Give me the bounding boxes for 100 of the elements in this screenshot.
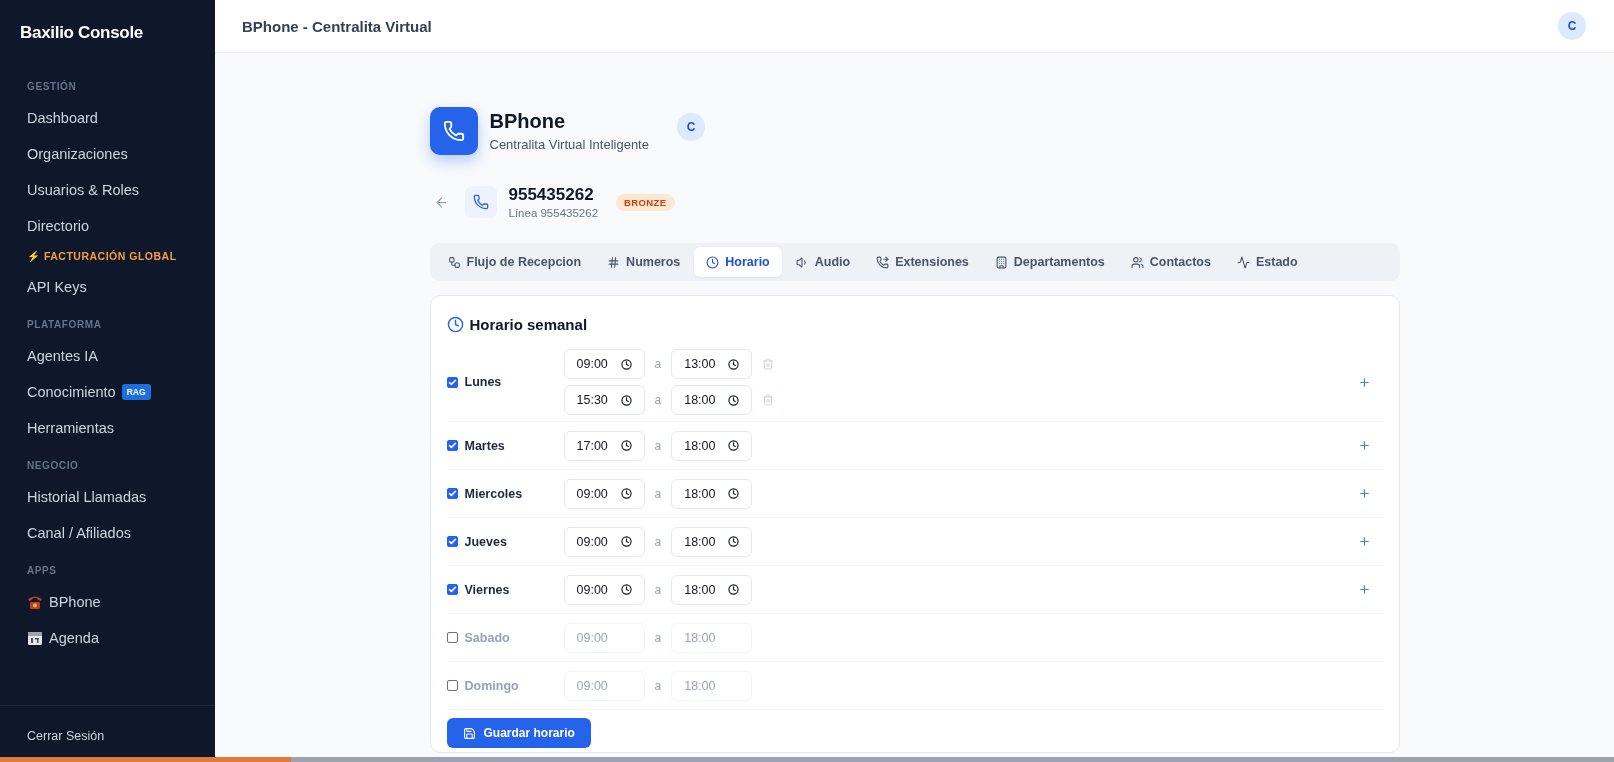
app-subtitle: Centralita Virtual Inteligente	[489, 137, 649, 152]
nav-link[interactable]: Directorio	[27, 218, 90, 234]
time-field[interactable]: 09:00	[563, 478, 645, 509]
checkbox[interactable]	[446, 488, 458, 499]
save-button[interactable]: Guardar horario	[446, 718, 591, 748]
day-label: Jueves	[464, 534, 507, 549]
nav-link[interactable]: Agenda	[49, 630, 99, 646]
range-separator: a	[653, 357, 663, 371]
nav-link[interactable]: BPhone	[49, 594, 101, 610]
checkbox[interactable]	[446, 584, 458, 595]
phone-icon	[429, 107, 478, 155]
app-avatar: C	[676, 113, 705, 141]
save-icon	[462, 726, 476, 740]
card-title: Horario semanal	[469, 316, 588, 333]
tier-badge: BRONZE	[616, 193, 675, 211]
time-field[interactable]: 15:30	[563, 385, 645, 415]
time-field[interactable]: 09:00	[563, 574, 645, 605]
clock-icon	[728, 536, 740, 547]
user-avatar[interactable]: C	[1558, 12, 1586, 40]
day-label: Viernes	[464, 582, 510, 597]
day-label: Sabado	[464, 630, 510, 645]
clock-icon	[620, 440, 632, 451]
range-separator: a	[653, 393, 663, 407]
app-title: BPhone	[489, 110, 567, 133]
time-field[interactable]: 18:00	[671, 430, 753, 461]
clock-icon	[728, 440, 740, 451]
checkbox[interactable]	[446, 632, 458, 643]
plus-icon	[1357, 439, 1371, 452]
nav-link[interactable]: Canal / Afiliados	[27, 525, 131, 541]
section-title: PLATAFORMA	[26, 318, 103, 332]
day-label: Miercoles	[464, 486, 523, 501]
clock-icon	[620, 584, 632, 595]
section-title: APPS	[26, 564, 58, 578]
users-icon	[1130, 255, 1144, 269]
plus-icon	[1357, 375, 1371, 389]
time-field[interactable]: 18:00	[671, 478, 753, 509]
clock-icon	[620, 394, 632, 406]
clock-icon	[728, 394, 740, 406]
day-label: Domingo	[464, 678, 519, 693]
time-field[interactable]: 18:00	[671, 526, 753, 557]
building-icon	[994, 255, 1008, 269]
range-separator: a	[653, 438, 663, 453]
section-title: GESTIÓN	[26, 79, 78, 94]
tab[interactable]: Flujo de Recepcion	[435, 247, 594, 277]
checkbox[interactable]	[446, 376, 458, 388]
nav-link[interactable]: Agentes IA	[27, 348, 98, 364]
day-label: Lunes	[464, 375, 502, 389]
clock-icon	[728, 358, 740, 370]
nav-link[interactable]: Usuarios & Roles	[27, 182, 139, 198]
clock-icon	[620, 488, 632, 499]
tab[interactable]: Audio	[783, 247, 863, 277]
time-field[interactable]: 09:00	[563, 349, 645, 379]
section-title: NEGOCIO	[26, 459, 80, 473]
nav-link[interactable]: Historial Llamadas	[27, 489, 147, 505]
trash-icon	[762, 394, 775, 406]
line-subtitle: Línea 955435262	[508, 207, 599, 219]
brand-title: Baxilio Console	[19, 22, 145, 44]
tab[interactable]: Departamentos	[982, 247, 1117, 277]
clock-icon	[446, 316, 464, 333]
pulse-icon	[1236, 255, 1250, 269]
plus-icon	[1357, 535, 1371, 548]
nav-link[interactable]: ⚡ FACTURACIÓN GLOBAL	[14, 244, 201, 269]
line-number: 955435262	[508, 185, 595, 205]
nav-badge: RAG	[121, 384, 151, 400]
plus-icon	[1357, 583, 1371, 596]
nodes-icon	[447, 255, 461, 269]
tab[interactable]: Contactos	[1118, 247, 1223, 277]
checkbox[interactable]	[446, 440, 458, 451]
time-field[interactable]: 17:00	[563, 430, 645, 461]
range-separator: a	[653, 582, 663, 597]
plus-icon	[1357, 487, 1371, 500]
tab[interactable]: Estado	[1224, 247, 1310, 277]
nav-link[interactable]: API Keys	[27, 279, 87, 295]
clock-icon	[620, 358, 632, 370]
nav-link[interactable]: Organizaciones	[27, 146, 128, 162]
telephone-icon	[27, 594, 43, 610]
day-label: Martes	[464, 438, 505, 453]
nav-link[interactable]: Conocimiento	[27, 384, 116, 400]
time-field[interactable]: 13:00	[671, 349, 753, 379]
tab[interactable]: Numeros	[595, 247, 693, 277]
range-separator: a	[653, 486, 663, 501]
tab[interactable]: Horario	[694, 247, 782, 277]
clock-icon	[620, 536, 632, 547]
trash-icon	[762, 358, 775, 370]
nav-link[interactable]: Dashboard	[27, 110, 98, 126]
phone-icon	[876, 255, 890, 269]
phone-icon	[464, 186, 497, 218]
calendar-icon	[27, 630, 43, 646]
time-field[interactable]: 09:00	[563, 526, 645, 557]
checkbox[interactable]	[446, 536, 458, 547]
page-title: BPhone - Centralita Virtual	[242, 17, 432, 35]
range-separator: a	[653, 630, 663, 645]
time-field[interactable]: 18:00	[671, 385, 753, 415]
checkbox[interactable]	[446, 680, 458, 691]
tab[interactable]: Extensiones	[864, 247, 981, 277]
range-separator: a	[653, 678, 663, 693]
logout-link[interactable]: Cerrar Sesión	[27, 729, 105, 743]
nav-link[interactable]: Herramientas	[27, 420, 115, 436]
time-field[interactable]: 18:00	[671, 574, 753, 605]
range-separator: a	[653, 534, 663, 549]
